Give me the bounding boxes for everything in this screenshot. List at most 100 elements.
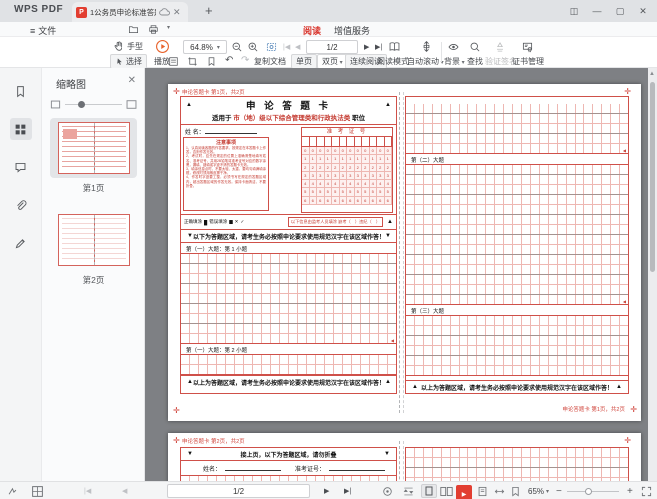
zoom-out-button[interactable]: [231, 41, 243, 53]
select-tool-button[interactable]: 选择: [110, 54, 147, 69]
thumbnail-selection: [50, 118, 137, 178]
eye-protect-icon[interactable]: [382, 482, 393, 499]
ticket-bubble-grid: 0000000000001111111111112222222222223333…: [302, 147, 392, 205]
zoom-slider-handle[interactable]: [585, 488, 592, 495]
file-menu[interactable]: ≡ 文件: [30, 24, 56, 37]
bookmark-add-icon[interactable]: [206, 56, 217, 67]
read-mode-label[interactable]: 阅读模式: [377, 56, 409, 67]
ticket-write-grid: [302, 137, 392, 147]
sidebar-toggle-icon[interactable]: [7, 482, 18, 499]
question-2-header: 第（二）大题: [406, 154, 628, 165]
find-label[interactable]: 查找: [467, 56, 483, 67]
fit-width-icon[interactable]: [494, 482, 505, 499]
document-viewport[interactable]: ✛ 申论答题卡 第1页，共2页 ✛ ✛ 申论答题卡 第1页，共2页 ✛ ▲ 申 …: [145, 68, 657, 481]
last-page-button[interactable]: ▶|: [344, 482, 351, 499]
undo-icon[interactable]: ↶: [225, 55, 233, 66]
new-tab-button[interactable]: +: [205, 3, 213, 18]
read-mode-icon[interactable]: [388, 40, 401, 53]
attachments-panel-icon[interactable]: [10, 194, 32, 216]
auto-scroll-icon[interactable]: [420, 40, 433, 53]
maximize-icon[interactable]: ▢: [614, 6, 626, 17]
next-page-button[interactable]: ▶: [364, 43, 369, 51]
prev-page-button[interactable]: ◀: [295, 43, 300, 51]
close-icon[interactable]: ✕: [637, 6, 649, 17]
last-page-button[interactable]: ▶|: [375, 43, 382, 51]
find-icon[interactable]: [469, 41, 481, 53]
certificate-icon[interactable]: [521, 41, 534, 53]
zoom-in-button[interactable]: +: [627, 482, 633, 499]
redo-icon[interactable]: ↷: [241, 55, 249, 66]
statusbar: |◀ ◀ 1/2 ▶ ▶| ▶ 65% ▾ − +: [0, 481, 657, 499]
body-area: 缩略图 ✕ 第1页: [0, 68, 657, 481]
play-button[interactable]: [155, 39, 170, 54]
workspace-icon[interactable]: ◫: [568, 6, 580, 17]
certificate-label[interactable]: 证书管理: [512, 56, 544, 67]
page-thumbnail-1[interactable]: 第1页: [50, 118, 137, 194]
page-thumbnail-2[interactable]: 第2页: [50, 210, 137, 286]
wps-pdf-window: WPS PDF P 1公务员申论标准答题纸(彩色/ ✕ + ◫ — ▢ ✕ ≡ …: [0, 0, 657, 499]
bookmark-flag-icon[interactable]: [510, 482, 521, 499]
pdf-page-1: ✛ 申论答题卡 第1页，共2页 ✛ ✛ 申论答题卡 第1页，共2页 ✛ ▲ 申 …: [168, 84, 641, 421]
auto-scroll-label[interactable]: 自动滚动 ▾: [407, 56, 444, 67]
scroll-up-icon[interactable]: ▲: [649, 71, 655, 77]
crop-icon[interactable]: [187, 56, 198, 67]
two-page-view-icon[interactable]: [440, 482, 453, 499]
chevron-down-icon: ▾: [460, 60, 465, 66]
background-label[interactable]: 背景 ▾: [444, 56, 465, 67]
two-page-button[interactable]: 双页 ▾: [317, 54, 348, 69]
fit-page-icon[interactable]: [477, 482, 488, 499]
document-tab[interactable]: P 1公务员申论标准答题纸(彩色/ ✕: [72, 2, 188, 22]
down-triangle-icon: ▼: [385, 233, 391, 239]
single-page-view-icon[interactable]: [421, 484, 437, 498]
zoom-slider-track[interactable]: [567, 491, 619, 492]
open-file-icon[interactable]: [128, 24, 139, 35]
zoom-select[interactable]: 64.8%▾: [183, 40, 227, 54]
zoom-slider[interactable]: [567, 482, 619, 499]
hand-tool-button[interactable]: 手型: [113, 40, 143, 52]
background-icon[interactable]: [447, 41, 460, 53]
registration-mark: ✛: [624, 437, 631, 445]
copy-document-button[interactable]: 复制文档: [252, 55, 288, 68]
sheet-subtitle: 适用于 市（地）级以下综合管理类和行政执法类 职位: [181, 112, 396, 125]
thumbnail-image-2: [58, 214, 130, 266]
slider-handle[interactable]: [78, 101, 85, 108]
first-page-button[interactable]: |◀: [283, 43, 290, 51]
snapshot-icon[interactable]: [265, 41, 278, 53]
page-number-input[interactable]: 1/2: [167, 484, 310, 498]
vertical-scrollbar[interactable]: ▲: [648, 68, 657, 481]
zoom-out-button[interactable]: −: [556, 482, 562, 499]
thumbnail-caption-2: 第2页: [50, 274, 137, 286]
zoom-percent-label[interactable]: 65%: [528, 482, 544, 499]
bookmarks-panel-icon[interactable]: [10, 80, 32, 102]
comments-panel-icon[interactable]: [10, 156, 32, 178]
panel-header: 缩略图 ✕: [42, 68, 144, 94]
ticket-header: 准 考 证 号: [302, 128, 392, 137]
page-overview-icon[interactable]: [31, 482, 44, 499]
tab-close-icon[interactable]: ✕: [173, 7, 181, 17]
fullscreen-icon[interactable]: [641, 482, 652, 499]
panel-close-icon[interactable]: ✕: [128, 75, 136, 86]
signature-panel-icon[interactable]: [10, 232, 32, 254]
zoom-in-button[interactable]: [247, 41, 259, 53]
page-number-input[interactable]: 1/2: [306, 40, 358, 54]
word-count-marker: ◀: [623, 300, 626, 304]
slider-track[interactable]: [65, 104, 122, 105]
thumbnails-panel-icon[interactable]: [10, 118, 32, 140]
thumbnail-zoom-slider[interactable]: [50, 98, 137, 110]
scrollbar-thumb[interactable]: [650, 82, 655, 272]
fit-window-icon[interactable]: [403, 482, 414, 499]
prev-page-button[interactable]: ◀: [122, 482, 127, 499]
chevron-down-icon[interactable]: ▾: [546, 482, 549, 499]
verify-signature-icon: [494, 41, 506, 53]
page2-banner: ▼ 接上页，以下为答题区域，请勿折叠 ▼: [181, 448, 396, 461]
print-icon[interactable]: [148, 24, 159, 35]
minimize-icon[interactable]: —: [591, 6, 603, 16]
single-page-button[interactable]: 单页: [291, 54, 317, 69]
first-page-button[interactable]: |◀: [84, 482, 91, 499]
up-triangle-icon: ▲: [616, 384, 622, 390]
save-dropdown-icon[interactable]: ▾: [167, 24, 170, 31]
play-slideshow-button[interactable]: ▶: [456, 485, 472, 499]
outline-icon[interactable]: [168, 56, 179, 67]
next-page-button[interactable]: ▶: [324, 482, 329, 499]
writing-grid-top: ◀: [406, 104, 628, 154]
